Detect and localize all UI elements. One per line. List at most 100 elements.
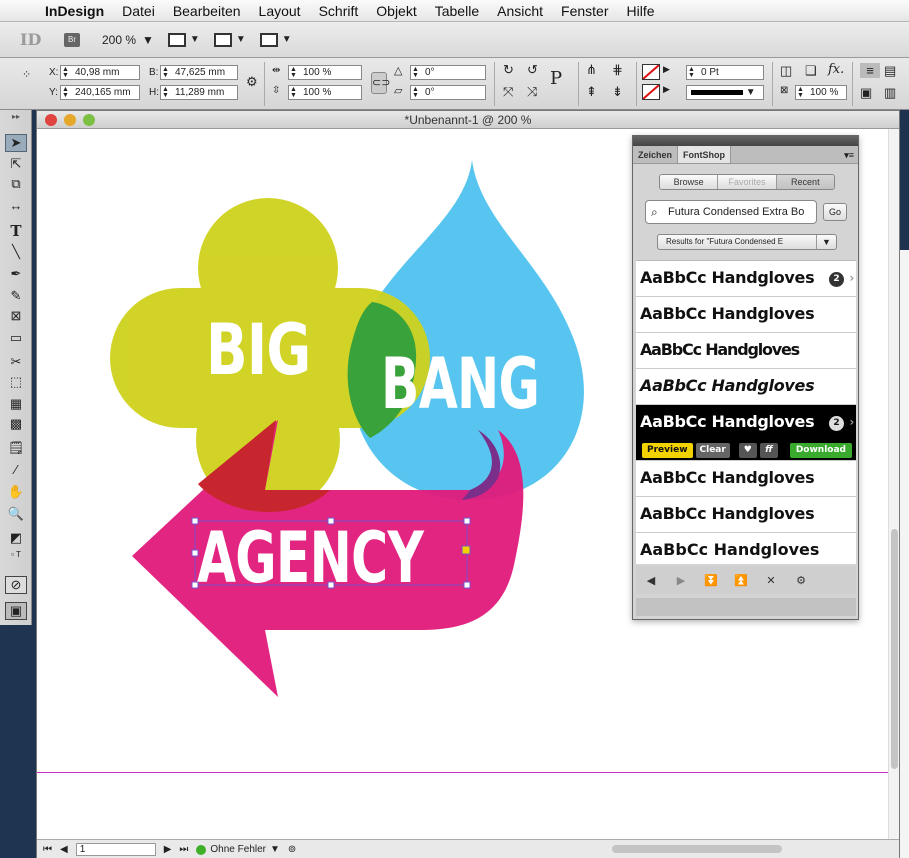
rectangle-frame-tool-icon[interactable]: ⊠ (5, 308, 27, 326)
select-content-icon[interactable]: ⋕ (612, 62, 623, 78)
zoom-window-button[interactable] (83, 114, 95, 126)
menu-app[interactable]: InDesign (36, 3, 113, 19)
menu-tabelle[interactable]: Tabelle (426, 3, 488, 19)
y-field[interactable]: ▲ ▼ 240,165 mm (60, 85, 140, 100)
font-row-selected[interactable]: AaBbCc Handgloves 2 › Preview Clear ♥ ff D… (636, 405, 856, 461)
remove-icon[interactable]: ✕ (756, 574, 786, 587)
first-page-icon[interactable]: ⏮ (43, 844, 52, 855)
menu-fenster[interactable]: Fenster (552, 3, 617, 19)
select-container-icon[interactable]: ⋔ (586, 62, 597, 78)
vertical-scrollbar[interactable] (888, 129, 899, 843)
page-tool-icon[interactable]: ⧉ (5, 176, 27, 194)
fill-none-icon[interactable] (642, 64, 660, 80)
note-tool-icon[interactable]: 🗒 (5, 440, 27, 458)
font-search-input[interactable]: ⌕ Futura Condensed Extra Bo (645, 200, 817, 224)
reference-point-icon[interactable]: ⁘ (22, 68, 31, 81)
fill-dropdown-icon[interactable]: ▶ (663, 64, 670, 75)
chevron-right-icon[interactable]: › (849, 261, 854, 295)
tab-fontshop[interactable]: FontShop (677, 146, 732, 163)
drop-shadow-icon[interactable]: ❑ (805, 63, 817, 79)
scissors-tool-icon[interactable]: ✂ (5, 354, 27, 372)
constrain-proportions-icon[interactable]: ⚙ (246, 74, 258, 90)
rotate-cw-icon[interactable]: ↻ (503, 62, 514, 78)
open-preflight-icon[interactable]: ⊚ (288, 844, 296, 855)
screen-mode-button[interactable]: ▼ (213, 32, 246, 47)
stepper-icon[interactable]: ▲ ▼ (290, 66, 297, 79)
hand-tool-icon[interactable]: ✋ (5, 484, 27, 502)
preview-button[interactable]: Preview (642, 442, 693, 458)
tab-zeichen[interactable]: Zeichen (633, 146, 677, 163)
link-icon[interactable]: ⊂⊃ (371, 72, 390, 94)
stroke-dropdown-icon[interactable]: ▶ (663, 84, 670, 95)
close-window-button[interactable] (45, 114, 57, 126)
zoom-tool-icon[interactable]: 🔍 (5, 506, 27, 524)
settings-gear-icon[interactable]: ⚙ (786, 574, 816, 587)
next-page-icon[interactable]: ▶ (164, 844, 172, 855)
panel-collapse-icon[interactable]: ▸▸ (5, 112, 27, 130)
bang-text[interactable]: BANG (381, 343, 540, 425)
horizontal-scroll-thumb[interactable] (612, 845, 782, 853)
font-row[interactable]: AaBbCc Handgloves (636, 297, 856, 333)
expand-all-icon[interactable]: ⏬ (696, 574, 726, 587)
chevron-right-icon[interactable]: › (849, 405, 854, 439)
flip-horizontal-icon[interactable]: ⤧ (503, 84, 513, 100)
recent-button[interactable]: Recent (776, 175, 834, 189)
paragraph-icon[interactable]: P (550, 68, 562, 89)
flip-vertical-icon[interactable]: ⤨ (527, 84, 537, 100)
preflight-status[interactable]: Ohne Fehler ▼ (196, 844, 280, 855)
stepper-icon[interactable]: ▲ ▼ (162, 86, 169, 99)
scale-y-field[interactable]: ▲ ▼ 100 % (288, 85, 362, 100)
line-tool-icon[interactable]: ╲ (5, 244, 27, 262)
text-wrap-jump-icon[interactable]: ▥ (884, 85, 896, 101)
results-dropdown[interactable]: Results for "Futura Condensed E ▼ (657, 234, 837, 250)
pencil-tool-icon[interactable]: ✎ (5, 288, 27, 306)
stroke-type-dropdown[interactable]: ▼ (686, 85, 764, 100)
favorite-heart-icon[interactable]: ♥ (738, 442, 757, 458)
menu-ansicht[interactable]: Ansicht (488, 3, 552, 19)
font-row[interactable]: AaBbCc Handgloves (636, 461, 856, 497)
rectangle-tool-icon[interactable]: ▭ (5, 330, 27, 348)
text-wrap-box-icon[interactable]: ▤ (884, 63, 896, 79)
free-transform-tool-icon[interactable]: ⬚ (5, 374, 27, 392)
font-row[interactable]: AaBbCc Handgloves (636, 533, 856, 569)
agency-text[interactable]: AGENCY (197, 517, 424, 599)
stepper-icon[interactable]: ▲ ▼ (290, 86, 297, 99)
pen-tool-icon[interactable]: ✒ (5, 266, 27, 284)
ligatures-icon[interactable]: ff (759, 442, 778, 458)
gap-tool-icon[interactable]: ↔ (5, 198, 27, 216)
type-tool-icon[interactable]: T (5, 222, 27, 240)
previous-icon[interactable]: ◀ (636, 574, 666, 587)
gradient-feather-tool-icon[interactable]: ▩ (5, 416, 27, 434)
shear-field[interactable]: ▲ ▼ 0° (410, 85, 486, 100)
apply-none-icon[interactable]: ⊘ (5, 576, 27, 594)
stepper-icon[interactable]: ▲ ▼ (162, 66, 169, 79)
selection-tool-icon[interactable]: ➤ (5, 134, 27, 152)
big-text[interactable]: BIG (206, 309, 311, 391)
rotate-ccw-icon[interactable]: ↺ (527, 62, 538, 78)
stepper-icon[interactable]: ▲ ▼ (412, 86, 419, 99)
text-wrap-shape-icon[interactable]: ▣ (860, 85, 872, 101)
download-button[interactable]: Download (789, 442, 852, 458)
stepper-icon[interactable]: ▲ ▼ (412, 66, 419, 79)
panel-header[interactable] (633, 136, 858, 146)
fill-stroke-swatch-icon[interactable]: ◩ (5, 530, 27, 548)
stepper-icon[interactable]: ▲ ▼ (688, 66, 695, 79)
next-icon[interactable]: ▶ (666, 574, 696, 587)
select-icon[interactable]: ◫ (780, 63, 792, 79)
font-row[interactable]: AaBbCc Handgloves (636, 369, 856, 405)
zoom-dropdown[interactable]: 200 % ▼ (102, 33, 154, 47)
scale-x-field[interactable]: ▲ ▼ 100 % (288, 65, 362, 80)
scroll-thumb[interactable] (891, 529, 898, 769)
font-row[interactable]: AaBbCc Handgloves 2 › (636, 261, 856, 297)
panel-menu-icon[interactable]: ▾≡ (844, 146, 858, 163)
height-field[interactable]: ▲ ▼ 11,289 mm (160, 85, 238, 100)
text-wrap-none-icon[interactable]: ≡ (860, 63, 880, 78)
clear-button[interactable]: Clear (695, 442, 730, 458)
stroke-weight-field[interactable]: ▲ ▼ 0 Pt (686, 65, 764, 80)
effects-icon[interactable]: fx. (828, 62, 844, 77)
menu-layout[interactable]: Layout (250, 3, 310, 19)
minimize-window-button[interactable] (64, 114, 76, 126)
go-button[interactable]: Go (823, 203, 847, 221)
stepper-icon[interactable]: ▲ ▼ (62, 86, 69, 99)
x-field[interactable]: ▲ ▼ 40,98 mm (60, 65, 140, 80)
